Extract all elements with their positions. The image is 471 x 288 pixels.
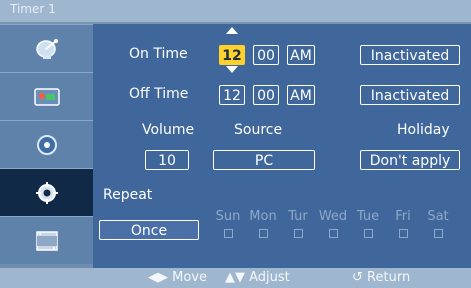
increase-arrow[interactable] [226, 27, 238, 34]
sidebar-item-picture[interactable] [0, 72, 93, 120]
title-bar: Timer 1 [0, 0, 471, 22]
window-title: Timer 1 [10, 2, 56, 16]
day-label-sat: Sat [427, 209, 449, 224]
on-time-ampm-field[interactable]: AM [287, 45, 315, 65]
holiday-label: Holiday [397, 122, 450, 138]
gear-icon [35, 181, 58, 204]
picture-icon [33, 87, 60, 106]
footer-bar: ◀▶ Move ▲▼ Adjust ↺ Return [0, 268, 471, 288]
source-select[interactable]: PC [213, 150, 315, 170]
satellite-dish-icon [35, 38, 58, 59]
day-checkbox-sun[interactable] [224, 229, 233, 238]
footer-move: ◀▶ Move [148, 268, 207, 288]
day-label-tue: Tue [356, 209, 380, 224]
off-time-ampm-field[interactable]: AM [287, 85, 315, 105]
source-label: Source [234, 122, 283, 138]
sidebar [0, 24, 93, 268]
sidebar-item-multi[interactable] [0, 216, 93, 264]
volume-field[interactable]: 10 [145, 150, 189, 170]
timer-panel: On Time 12 00 AM Inactivated Off Time 12… [93, 24, 471, 268]
off-time-label: Off Time [129, 86, 189, 102]
repeat-label: Repeat [103, 187, 153, 203]
on-time-status[interactable]: Inactivated [360, 45, 460, 65]
footer-move-label: Move [172, 270, 208, 285]
day-label-mon: Mon [249, 209, 277, 224]
day-checkbox-tur[interactable] [294, 229, 303, 238]
on-time-minute-field[interactable]: 00 [253, 45, 279, 65]
repeat-select[interactable]: Once [99, 220, 199, 240]
footer-return-label: Return [367, 270, 411, 285]
left-right-arrow-icon: ◀▶ [148, 270, 168, 285]
day-checkbox-mon[interactable] [259, 229, 268, 238]
off-time-status[interactable]: Inactivated [360, 85, 460, 105]
film-icon [35, 230, 58, 251]
sidebar-item-input[interactable] [0, 24, 93, 72]
off-time-minute-field[interactable]: 00 [253, 85, 279, 105]
footer-adjust: ▲▼ Adjust [225, 268, 290, 288]
timer-osd: Timer 1 On Time 12 00 AM Inactivated Off… [0, 0, 471, 288]
day-label-wed: Wed [318, 209, 348, 224]
up-down-arrow-icon: ▲▼ [225, 270, 245, 285]
off-time-hour-field[interactable]: 12 [219, 85, 245, 105]
day-checkbox-tue[interactable] [364, 229, 373, 238]
volume-label: Volume [142, 122, 195, 138]
sound-icon [36, 134, 57, 155]
day-label-sun: Sun [215, 209, 241, 224]
day-checkbox-wed[interactable] [329, 229, 338, 238]
sidebar-item-setup[interactable] [0, 168, 93, 216]
day-label-fri: Fri [395, 209, 411, 224]
on-time-label: On Time [129, 46, 188, 62]
sidebar-item-sound[interactable] [0, 120, 93, 168]
day-checkbox-fri[interactable] [399, 229, 408, 238]
footer-adjust-label: Adjust [249, 270, 290, 285]
day-label-tur: Tur [288, 209, 308, 224]
decrease-arrow[interactable] [226, 66, 238, 73]
footer-return[interactable]: ↺ Return [352, 268, 410, 288]
holiday-select[interactable]: Don't apply [360, 150, 460, 170]
on-time-hour-field[interactable]: 12 [219, 45, 245, 65]
return-icon: ↺ [352, 270, 363, 285]
day-checkbox-sat[interactable] [434, 229, 443, 238]
